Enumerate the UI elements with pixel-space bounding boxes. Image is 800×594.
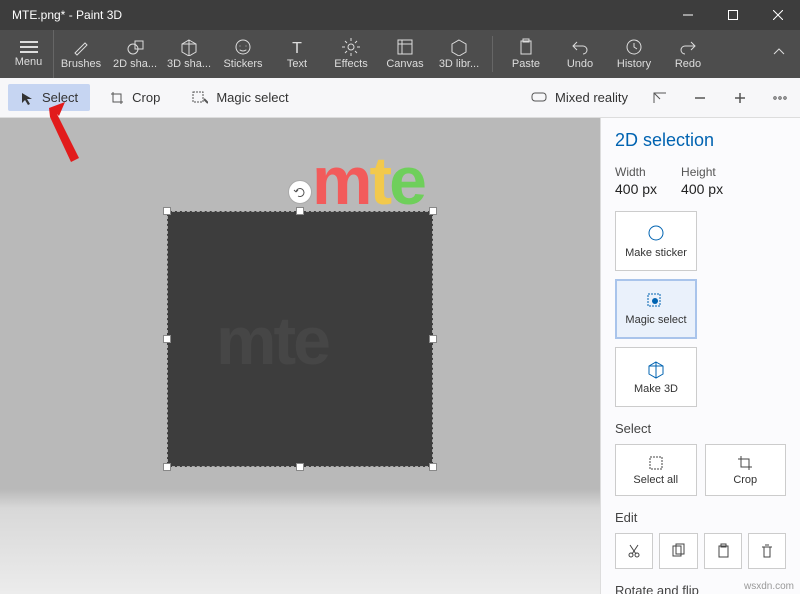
crop-button[interactable]: Crop [705,444,787,496]
history-label: History [617,58,651,70]
brushes-label: Brushes [61,58,101,70]
brushes-tool[interactable]: Brushes [54,30,108,78]
redo-tool[interactable]: Redo [661,30,715,78]
logo-text: mte [312,142,424,220]
watermark: wsxdn.com [744,581,794,592]
select-section-label: Select [615,421,786,436]
cut-button[interactable] [615,533,653,569]
resize-handle-br[interactable] [429,463,437,471]
close-button[interactable] [755,0,800,30]
text-label: Text [287,58,307,70]
select-tool-label: Select [42,90,78,105]
make-sticker-button[interactable]: Make sticker [615,211,697,271]
logo-e: e [389,143,424,219]
3d-shapes-label: 3D sha... [167,58,211,70]
width-label: Width [615,165,657,179]
redo-label: Redo [675,58,701,70]
select-all-label: Select all [633,474,678,486]
resize-handle-mr[interactable] [429,335,437,343]
copy-button[interactable] [659,533,697,569]
make-3d-label: Make 3D [634,383,678,395]
canvas-tool[interactable]: Canvas [378,30,432,78]
3d-library-label: 3D libr... [439,58,479,70]
stickers-tool[interactable]: Stickers [216,30,270,78]
height-value: 400 px [681,181,723,197]
more-options-button[interactable] [760,91,800,105]
menu-button[interactable]: Menu [4,30,54,78]
mixed-reality-button[interactable]: Mixed reality [519,84,640,111]
select-tool-button[interactable]: Select [8,84,90,111]
effects-tool[interactable]: Effects [324,30,378,78]
3d-shapes-tool[interactable]: 3D sha... [162,30,216,78]
undo-tool[interactable]: Undo [553,30,607,78]
resize-handle-tr[interactable] [429,207,437,215]
make-sticker-label: Make sticker [625,247,687,259]
resize-handle-tl[interactable] [163,207,171,215]
resize-handle-bm[interactable] [296,463,304,471]
resize-handle-tm[interactable] [296,207,304,215]
magic-select-tile[interactable]: Magic select [615,279,697,339]
text-tool[interactable]: T Text [270,30,324,78]
view-3d-button[interactable] [640,91,680,105]
svg-text:T: T [292,40,302,56]
menu-label: Menu [15,56,43,68]
edit-section-label: Edit [615,510,786,525]
canvas-label: Canvas [386,58,423,70]
height-label: Height [681,165,723,179]
width-value: 400 px [615,181,657,197]
make-3d-button[interactable]: Make 3D [615,347,697,407]
effects-label: Effects [334,58,367,70]
magic-select-button[interactable]: Magic select [180,84,300,111]
2d-shapes-tool[interactable]: 2D sha... [108,30,162,78]
crop-label: Crop [733,474,757,486]
collapse-ribbon-button[interactable] [772,45,786,64]
select-all-button[interactable]: Select all [615,444,697,496]
mixed-reality-label: Mixed reality [555,90,628,105]
resize-handle-ml[interactable] [163,335,171,343]
window-title: MTE.png* - Paint 3D [12,8,122,22]
paste-button[interactable] [704,533,742,569]
delete-button[interactable] [748,533,786,569]
resize-handle-bl[interactable] [163,463,171,471]
crop-tool-button[interactable]: Crop [98,84,172,111]
selection-box[interactable] [167,211,433,467]
2d-shapes-label: 2D sha... [113,58,157,70]
panel-title: 2D selection [615,130,786,151]
magic-select-tile-label: Magic select [625,314,686,326]
undo-label: Undo [567,58,593,70]
logo-m: m [312,143,369,219]
paste-tool[interactable]: Paste [499,30,553,78]
paste-label: Paste [512,58,540,70]
rotate-handle[interactable] [288,180,312,204]
3d-library-tool[interactable]: 3D libr... [432,30,486,78]
stickers-label: Stickers [223,58,262,70]
maximize-button[interactable] [710,0,755,30]
ribbon-toolbar: Menu Brushes 2D sha... 3D sha... Sticker… [0,30,800,78]
properties-panel: 2D selection Width 400 px Height 400 px … [600,118,800,594]
magic-select-label: Magic select [216,90,288,105]
canvas-workspace[interactable]: mte [0,118,600,594]
logo-t: t [369,143,389,219]
zoom-out-button[interactable] [680,91,720,105]
title-bar: MTE.png* - Paint 3D [0,0,800,30]
minimize-button[interactable] [665,0,710,30]
zoom-in-button[interactable] [720,91,760,105]
sub-toolbar: Select Crop Magic select Mixed reality [0,78,800,118]
crop-tool-label: Crop [132,90,160,105]
history-tool[interactable]: History [607,30,661,78]
